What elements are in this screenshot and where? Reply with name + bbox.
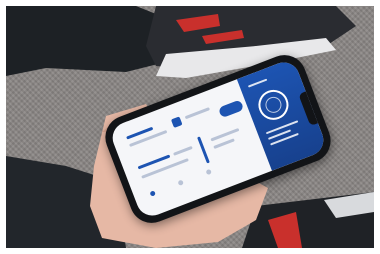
gear-icon[interactable] bbox=[149, 190, 156, 197]
photo bbox=[6, 6, 374, 248]
text-line bbox=[184, 107, 211, 120]
text-line bbox=[210, 127, 240, 142]
divider bbox=[197, 136, 210, 164]
text-line bbox=[247, 78, 268, 88]
action-button[interactable] bbox=[217, 99, 245, 119]
pills-icon[interactable] bbox=[170, 116, 183, 128]
heart-icon[interactable] bbox=[177, 179, 184, 187]
nav-dot[interactable] bbox=[205, 168, 212, 176]
progress-track bbox=[173, 145, 193, 156]
text-line bbox=[213, 138, 235, 149]
